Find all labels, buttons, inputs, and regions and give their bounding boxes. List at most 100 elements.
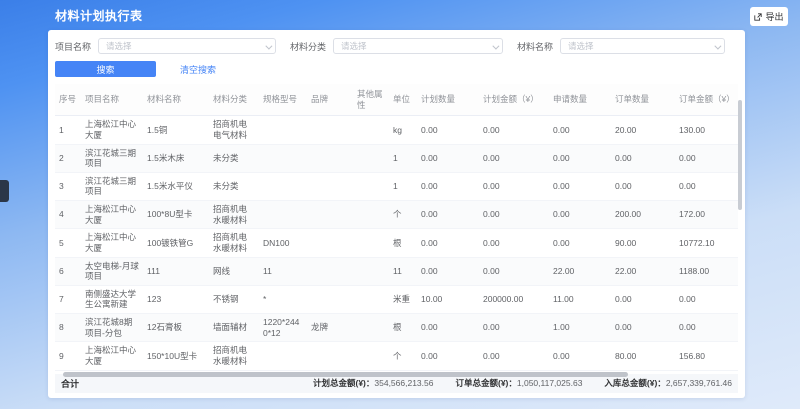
filter-select[interactable]: 请选择 xyxy=(98,38,276,54)
table-cell xyxy=(353,212,389,218)
goto-page-input[interactable] xyxy=(524,398,546,399)
filter-field: 材料名称 请选择 xyxy=(517,38,725,54)
vertical-scrollbar[interactable] xyxy=(738,100,742,210)
table-cell: 0.00 xyxy=(549,122,611,139)
table-cell: kg xyxy=(389,122,417,139)
table-cell: 80.00 xyxy=(611,348,675,365)
table-cell xyxy=(307,127,353,133)
table-cell: 上海松江中心大厦 xyxy=(81,342,143,369)
table-cell: 4 xyxy=(55,206,81,223)
table-row: 1上海松江中心大厦1.5铜招商机电电气材料kg0.000.000.0020.00… xyxy=(55,116,738,144)
table-cell: 0.00 xyxy=(479,263,549,280)
column-header: 订单金额（¥） xyxy=(675,89,737,110)
table-cell: 南侧盛达大学生公寓新建 xyxy=(81,286,143,313)
table-cell: 1188.00 xyxy=(675,263,737,280)
column-header: 材料名称 xyxy=(143,89,209,110)
column-header: 申请数量 xyxy=(549,89,611,110)
action-bar: 搜索 清空搜索 xyxy=(55,61,738,77)
table-cell xyxy=(259,183,307,189)
table-cell: 123 xyxy=(143,291,209,308)
export-button-label: 导出 xyxy=(765,10,783,23)
table-cell: 0.00 xyxy=(417,206,479,223)
table-cell: 0.00 xyxy=(479,178,549,195)
table-row: 7南侧盛达大学生公寓新建123不锈钢*米重10.00200000.0011.00… xyxy=(55,286,738,314)
table-cell: 0.00 xyxy=(417,319,479,336)
filter-label: 材料分类 xyxy=(290,40,326,53)
table-cell: 12石膏板 xyxy=(143,319,209,336)
table-cell xyxy=(307,212,353,218)
table-cell: 1 xyxy=(389,178,417,195)
table-cell: 0.00 xyxy=(549,235,611,252)
top-bar: 材料计划执行表 导出 xyxy=(0,0,800,30)
table-cell: 11 xyxy=(389,263,417,280)
summary-item: 订单总金额(¥)：1,050,117,025.63 xyxy=(455,377,582,389)
table-cell: 10772.10 xyxy=(675,235,737,252)
export-button[interactable]: 导出 xyxy=(750,7,788,26)
table-cell: 172.00 xyxy=(675,206,737,223)
table-cell xyxy=(259,353,307,359)
table-cell: 1 xyxy=(389,150,417,167)
search-button[interactable]: 搜索 xyxy=(55,61,156,77)
column-header: 项目名称 xyxy=(81,89,143,110)
table-cell: 1.5米木床 xyxy=(143,150,209,167)
table-cell xyxy=(307,183,353,189)
table-cell xyxy=(259,155,307,161)
table-cell xyxy=(353,183,389,189)
filter-select[interactable]: 请选择 xyxy=(333,38,503,54)
column-header: 材料分类 xyxy=(209,89,259,110)
table-cell: 龙牌 xyxy=(307,319,353,336)
table-row: 9上海松江中心大厦150*10U型卡招商机电水暖材料个0.000.000.008… xyxy=(55,342,738,370)
table-cell: 招商机电水暖材料 xyxy=(209,342,259,369)
table-cell: 1.5铜 xyxy=(143,122,209,139)
table-cell: 20.00 xyxy=(611,122,675,139)
table-row: 5上海松江中心大厦100镀铁管G招商机电水暖材料DN100根0.000.000.… xyxy=(55,229,738,257)
table-cell: 不锈钢 xyxy=(209,291,259,308)
filter-select[interactable]: 请选择 xyxy=(560,38,725,54)
table-cell: 个 xyxy=(389,206,417,223)
column-header: 计划金额（¥） xyxy=(479,89,549,110)
table-row: 3滨江花城三期项目1.5米水平仪未分类10.000.000.000.000.00 xyxy=(55,173,738,201)
table-row: 4上海松江中心大厦100*8U型卡招商机电水暖材料个0.000.000.0020… xyxy=(55,201,738,229)
table-cell xyxy=(353,353,389,359)
table-cell: 11.00 xyxy=(549,291,611,308)
table-cell xyxy=(353,296,389,302)
table-cell: 8 xyxy=(55,319,81,336)
table-cell: 100镀铁管G xyxy=(143,235,209,252)
summary-item: 入库总金额(¥)：2,657,339,761.46 xyxy=(604,377,732,389)
table-cell: 0.00 xyxy=(611,178,675,195)
summary-total-label: 合计 xyxy=(61,377,79,390)
side-panel-handle[interactable] xyxy=(0,180,9,202)
table-cell: 11 xyxy=(259,263,307,280)
clear-search-link[interactable]: 清空搜索 xyxy=(180,63,216,76)
filter-placeholder: 请选择 xyxy=(568,40,594,52)
table-cell: 156.80 xyxy=(675,348,737,365)
table-cell: 22.00 xyxy=(549,263,611,280)
table-cell: 0.00 xyxy=(675,150,737,167)
table-cell: 3 xyxy=(55,178,81,195)
table-cell: 100*8U型卡 xyxy=(143,206,209,223)
table-cell: * xyxy=(259,291,307,308)
filter-label: 材料名称 xyxy=(517,40,553,53)
table-cell: 5 xyxy=(55,235,81,252)
table-cell: 200000.00 xyxy=(479,291,549,308)
table-cell: 0.00 xyxy=(479,206,549,223)
table-cell: 招商机电水暖材料 xyxy=(209,229,259,256)
table-cell: 1.5米水平仪 xyxy=(143,178,209,195)
table-cell xyxy=(307,353,353,359)
column-header: 单位 xyxy=(389,89,417,110)
table-cell xyxy=(307,155,353,161)
filter-placeholder: 请选择 xyxy=(106,40,132,52)
table-cell: 滨江花城三期项目 xyxy=(81,173,143,200)
table-cell: 上海松江中心大厦 xyxy=(81,229,143,256)
content-card: 项目名称 请选择 材料分类 请选择 材料名称 请选择 搜索 清空搜索 序号项目名… xyxy=(48,30,745,398)
table-cell: 未分类 xyxy=(209,150,259,167)
filter-bar: 项目名称 请选择 材料分类 请选择 材料名称 请选择 xyxy=(55,38,738,54)
table-cell: 0.00 xyxy=(611,150,675,167)
table-cell: 2 xyxy=(55,150,81,167)
column-header: 品牌 xyxy=(307,89,353,110)
horizontal-scrollbar[interactable] xyxy=(63,372,628,377)
table-cell xyxy=(353,325,389,331)
column-header: 订单数量 xyxy=(611,89,675,110)
table-cell: 0.00 xyxy=(417,122,479,139)
table-cell: 个 xyxy=(389,348,417,365)
